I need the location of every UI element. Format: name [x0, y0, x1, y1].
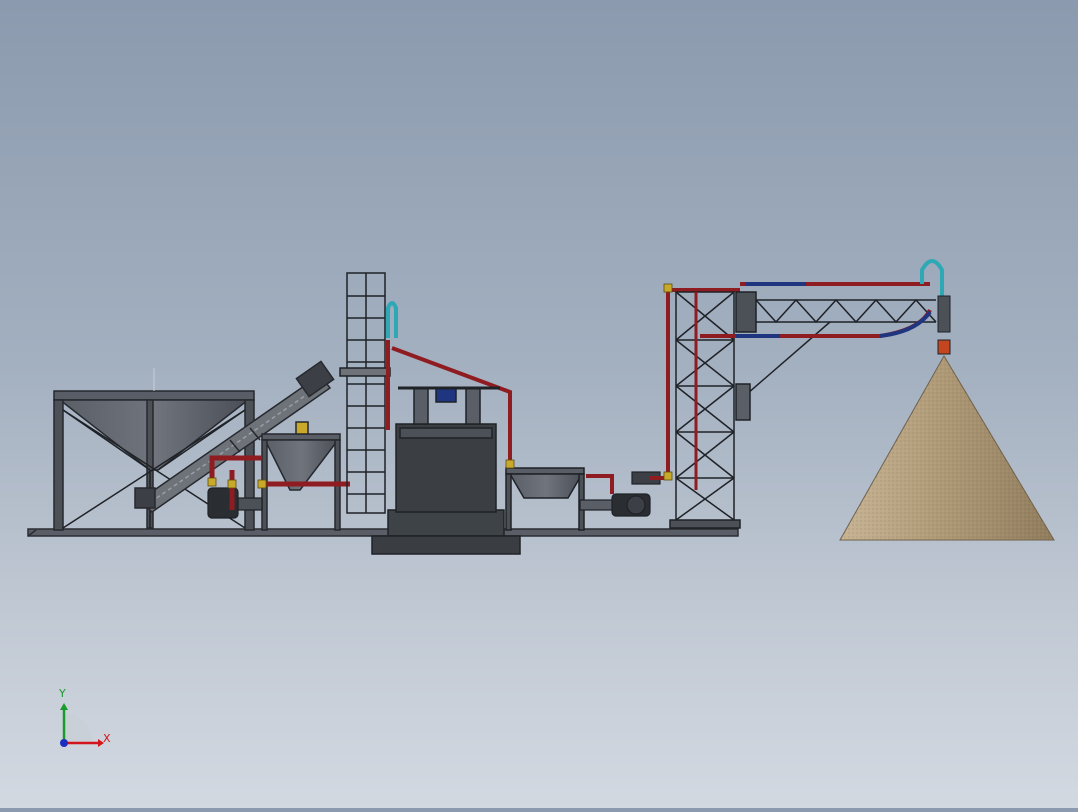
yellow-fittings-left — [207, 477, 267, 489]
spray-nozzle[interactable] — [937, 295, 951, 355]
metering-trough[interactable] — [505, 467, 585, 531]
coordinate-triad — [60, 703, 104, 747]
triad-x-label: X — [103, 732, 111, 745]
support-tower[interactable] — [669, 291, 741, 529]
triad-y-label: Y — [59, 687, 66, 700]
cyan-pipe-tower — [386, 301, 398, 338]
boom-arm[interactable] — [735, 291, 937, 421]
z-axis-dot — [60, 739, 68, 747]
sand-pile[interactable] — [839, 355, 1055, 541]
pump-unit[interactable] — [579, 471, 661, 517]
mixing-tank[interactable] — [371, 386, 521, 555]
yellow-fittings-pump — [505, 283, 673, 481]
base-skid — [27, 528, 739, 537]
assembly-drawing — [27, 259, 1055, 747]
cad-viewport[interactable]: X Y — [0, 0, 1078, 808]
ladder-tower[interactable] — [339, 272, 391, 514]
red-pipe-pump — [586, 288, 740, 494]
small-hopper[interactable] — [261, 421, 341, 531]
